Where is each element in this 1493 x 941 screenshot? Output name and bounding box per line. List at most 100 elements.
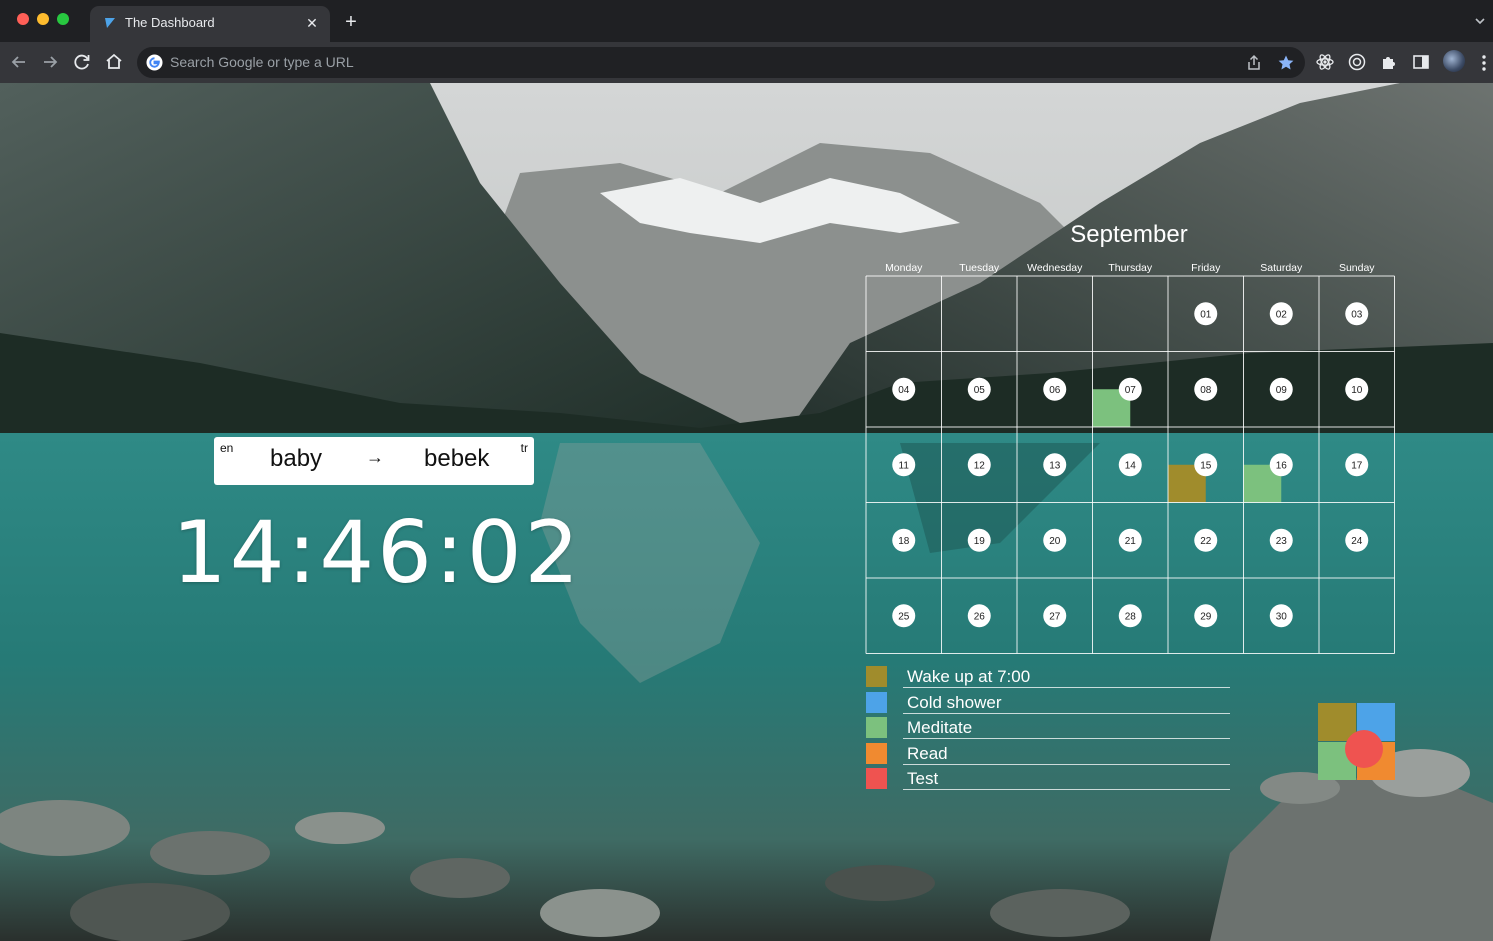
weekday-header-tuesday: Tuesday [959,262,1000,274]
day-number: 24 [1351,536,1363,547]
more-menu-icon[interactable] [1478,52,1490,74]
calendar-day-04[interactable]: 04 [892,377,916,401]
bookmark-star-icon[interactable] [1277,54,1295,72]
habit-label: Test [907,769,939,788]
calendar-day-19[interactable]: 19 [967,528,991,552]
address-placeholder: Search Google or type a URL [170,54,354,70]
tab-search-chevron-icon[interactable] [1473,14,1487,28]
calendar-day-24[interactable]: 24 [1345,528,1369,552]
calendar-day-28[interactable]: 28 [1118,604,1142,628]
extensions-puzzle-icon[interactable] [1379,52,1399,72]
weekday-header-thursday: Thursday [1108,262,1153,274]
digital-clock: 14:46:02 [172,503,583,603]
habit-color-swatch[interactable] [866,768,887,789]
habit-color-swatch[interactable] [866,691,887,713]
calendar-day-15[interactable]: 15 [1194,453,1218,477]
calendar-day-13[interactable]: 13 [1043,453,1067,477]
weekday-header-wednesday: Wednesday [1027,262,1083,274]
calendar-day-17[interactable]: 17 [1345,453,1369,477]
habit-color-swatch[interactable] [866,742,887,764]
habit-label: Meditate [907,718,973,737]
habit-color-swatch[interactable] [866,666,887,687]
day-number: 30 [1276,611,1288,622]
reload-icon[interactable] [71,51,93,73]
day-number: 22 [1200,536,1212,547]
weekday-header-sunday: Sunday [1339,262,1375,274]
calendar-day-18[interactable]: 18 [892,528,916,552]
habit-row[interactable]: Read [866,742,1230,767]
day-number: 04 [898,385,910,396]
calendar-day-22[interactable]: 22 [1194,528,1218,552]
day-number: 28 [1125,611,1137,622]
habit-color-swatch[interactable] [866,717,887,738]
calendar-day-03[interactable]: 03 [1345,302,1369,326]
habit-underline [903,712,1230,714]
calendar-day-26[interactable]: 26 [967,604,991,628]
calendar-day-16[interactable]: 16 [1269,453,1293,477]
translation-card: en baby → bebek tr [214,437,534,485]
day-number: 26 [974,611,986,622]
extension-target-icon[interactable] [1347,52,1367,72]
day-number: 07 [1125,385,1137,396]
browser-toolbar: Search Google or type a URL [0,42,1493,84]
calendar-day-14[interactable]: 14 [1118,453,1142,477]
day-number: 17 [1351,460,1363,471]
calendar-day-05[interactable]: 05 [967,377,991,401]
calendar-day-23[interactable]: 23 [1269,528,1293,552]
address-bar[interactable]: Search Google or type a URL [137,47,1305,78]
day-number: 20 [1049,536,1061,547]
calendar-day-01[interactable]: 01 [1194,302,1218,326]
habit-underline [903,687,1230,688]
habit-label: Wake up at 7:00 [907,667,1031,686]
day-number: 14 [1125,460,1137,471]
forward-arrow-icon[interactable] [39,51,61,73]
calendar-day-12[interactable]: 12 [967,453,991,477]
side-panel-icon[interactable] [1411,52,1431,72]
habit-row[interactable]: Test [866,768,1230,792]
habit-row[interactable]: Cold shower [866,691,1230,716]
calendar-day-09[interactable]: 09 [1269,377,1293,401]
calendar-day-11[interactable]: 11 [892,453,916,477]
day-number: 16 [1276,460,1288,471]
habit-marks [1092,389,1282,503]
translation-arrow-icon: → [366,447,384,467]
day-number: 09 [1276,385,1288,396]
extension-atom-icon[interactable] [1315,52,1335,72]
calendar-day-08[interactable]: 08 [1194,377,1218,401]
calendar-day-21[interactable]: 21 [1118,528,1142,552]
minimize-window-button[interactable] [37,13,49,25]
day-number: 11 [899,460,910,471]
calendar-day-20[interactable]: 20 [1043,528,1067,552]
weekday-header-friday: Friday [1191,262,1221,274]
day-number: 18 [898,536,910,547]
calendar-day-29[interactable]: 29 [1194,604,1218,628]
calendar-day-25[interactable]: 25 [892,604,916,628]
calendar-day-07[interactable]: 07 [1118,377,1142,401]
close-window-button[interactable] [17,13,29,25]
tab-close-icon[interactable]: ✕ [302,13,322,33]
quad-center-dot [1345,730,1383,768]
habit-calendar: Monday Tuesday Wednesday Thursday Friday Satu… [865,262,1395,654]
day-number: 19 [974,536,986,547]
tab-the-dashboard[interactable]: The Dashboard ✕ [90,6,330,42]
calendar-day-27[interactable]: 27 [1043,604,1067,628]
calendar-day-06[interactable]: 06 [1043,377,1067,401]
new-tab-button[interactable]: + [340,11,362,33]
profile-avatar[interactable] [1443,50,1465,72]
home-icon[interactable] [103,51,125,73]
habit-row[interactable]: Meditate [866,717,1230,741]
maximize-window-button[interactable] [57,13,69,25]
day-number: 27 [1049,611,1061,622]
source-word: baby [270,445,323,472]
calendar-day-30[interactable]: 30 [1269,604,1293,628]
calendar-day-02[interactable]: 02 [1269,302,1293,326]
habit-row[interactable]: Wake up at 7:00 [866,666,1230,690]
day-number: 25 [898,611,910,622]
day-number: 29 [1200,611,1212,622]
habit-summary-widget[interactable] [1318,703,1395,780]
back-arrow-icon[interactable] [8,51,30,73]
share-icon[interactable] [1245,54,1263,72]
dashboard-favicon-icon [105,18,115,28]
day-number: 23 [1276,536,1288,547]
calendar-day-10[interactable]: 10 [1345,377,1369,401]
